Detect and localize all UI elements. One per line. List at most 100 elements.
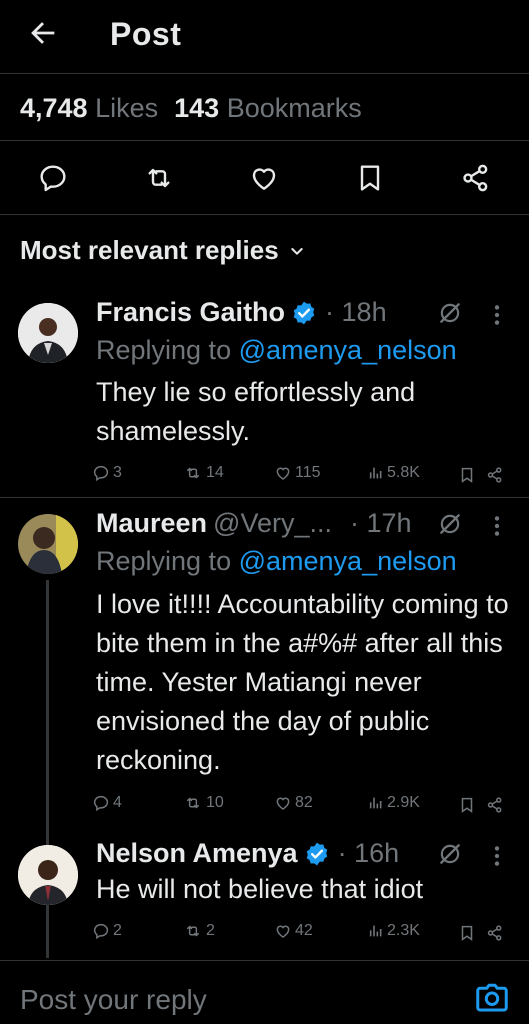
reply-text: I love it!!!! Accountability coming to b… — [96, 589, 509, 775]
chevron-down-icon — [290, 247, 303, 255]
mention-link[interactable]: @amenya_nelson — [239, 546, 457, 576]
replying-to: Replying to @amenya_nelson — [96, 335, 457, 366]
bookmark-icon[interactable] — [354, 162, 386, 194]
reply-metrics: 4 10 82 2.9K — [92, 794, 512, 818]
post-time: · 17h — [350, 508, 412, 538]
bookmarks-label[interactable]: Bookmarks — [227, 93, 362, 123]
view-count[interactable]: 2.9K — [368, 794, 420, 812]
verified-badge-icon — [293, 301, 315, 324]
repost-icon — [187, 467, 199, 479]
avatar[interactable] — [18, 514, 78, 574]
views-icon — [369, 797, 382, 809]
author-name[interactable]: Francis Gaitho — [96, 297, 285, 328]
bookmark-icon[interactable] — [458, 796, 476, 814]
reply-count-value: 3 — [113, 464, 122, 481]
divider — [0, 140, 529, 141]
post-time: · 18h — [325, 297, 387, 327]
avatar[interactable] — [18, 303, 78, 363]
like-icon — [276, 925, 290, 938]
view-count[interactable]: 2.3K — [368, 922, 420, 940]
reply-metrics: 3 14 115 5.8K — [92, 464, 512, 488]
post-action-bar — [0, 150, 529, 208]
reply-sort-label: Most relevant replies — [20, 235, 279, 265]
verified-badge-icon — [306, 842, 327, 865]
repost-count[interactable]: 14 — [183, 464, 224, 482]
share-icon[interactable] — [486, 466, 504, 484]
repost-icon — [187, 925, 199, 937]
reply-count[interactable]: 2 — [92, 922, 122, 940]
repost-count[interactable]: 10 — [183, 794, 224, 812]
repost-icon — [187, 797, 199, 809]
more-options-icon[interactable] — [490, 513, 504, 539]
reply-icon[interactable] — [37, 162, 69, 194]
reply-header: Nelson Amenya · 16h — [96, 838, 399, 869]
camera-icon[interactable] — [474, 980, 510, 1016]
repost-count-value: 2 — [206, 922, 215, 939]
repost-count-value: 10 — [206, 794, 224, 811]
view-count-value: 2.3K — [387, 922, 420, 939]
reply-count[interactable]: 3 — [92, 464, 122, 482]
reply-header: Maureen @Very_... · 17h — [96, 508, 412, 539]
view-count[interactable]: 5.8K — [368, 464, 420, 482]
avatar[interactable] — [18, 845, 78, 905]
reply-icon — [93, 923, 109, 940]
reply-count-value: 4 — [113, 794, 122, 811]
like-icon — [276, 467, 290, 480]
like-count-value: 82 — [295, 794, 313, 811]
more-options-icon[interactable] — [490, 302, 504, 328]
replying-prefix: Replying to — [96, 335, 232, 365]
bookmark-icon[interactable] — [458, 924, 476, 942]
top-bar: Post — [0, 0, 529, 72]
repost-icon[interactable] — [143, 162, 175, 194]
view-count-value: 5.8K — [387, 464, 420, 481]
divider — [0, 73, 529, 74]
like-count[interactable]: 82 — [274, 794, 313, 812]
share-icon[interactable] — [486, 924, 504, 942]
like-count-value: 115 — [295, 464, 321, 481]
likes-count[interactable]: 4,748 — [20, 93, 88, 123]
bookmarks-count[interactable]: 143 — [174, 93, 219, 123]
author-name[interactable]: Maureen — [96, 508, 207, 539]
divider — [0, 214, 529, 215]
grok-icon[interactable] — [437, 300, 463, 326]
mention-link[interactable]: @amenya_nelson — [239, 335, 457, 365]
author-name[interactable]: Nelson Amenya — [96, 838, 298, 869]
reply-header: Francis Gaitho · 18h — [96, 297, 387, 328]
reply-count-value: 2 — [113, 922, 122, 939]
bookmark-icon[interactable] — [458, 466, 476, 484]
replying-prefix: Replying to — [96, 546, 232, 576]
reply-icon — [93, 465, 109, 482]
view-count-value: 2.9K — [387, 794, 420, 811]
likes-label[interactable]: Likes — [95, 93, 158, 123]
profile-photo-icon — [18, 514, 78, 574]
reply-metrics: 2 2 42 2.3K — [92, 922, 512, 946]
reply-sort-dropdown[interactable]: Most relevant replies — [20, 235, 305, 266]
like-icon — [276, 797, 290, 810]
share-icon[interactable] — [486, 796, 504, 814]
like-count[interactable]: 42 — [274, 922, 313, 940]
repost-count-value: 14 — [206, 464, 224, 481]
more-options-icon[interactable] — [490, 843, 504, 869]
grok-icon[interactable] — [437, 511, 463, 537]
page-title: Post — [110, 16, 182, 52]
reply-count[interactable]: 4 — [92, 794, 122, 812]
like-icon[interactable] — [248, 162, 280, 194]
share-icon[interactable] — [460, 162, 492, 194]
post-time: · 16h — [337, 838, 400, 868]
like-count[interactable]: 115 — [274, 464, 321, 482]
repost-count[interactable]: 2 — [183, 922, 215, 940]
back-arrow-icon[interactable] — [26, 16, 60, 50]
reply-input[interactable]: Post your reply — [20, 984, 207, 1016]
post-stats: 4,748 Likes 143 Bookmarks — [20, 93, 362, 124]
reply-composer: Post your reply — [0, 960, 529, 1024]
grok-icon[interactable] — [437, 841, 463, 867]
views-icon — [369, 925, 382, 937]
author-handle[interactable]: @Very_... — [213, 508, 332, 539]
views-icon — [369, 467, 382, 479]
reply-icon — [93, 795, 109, 812]
like-count-value: 42 — [295, 922, 313, 939]
replying-to: Replying to @amenya_nelson — [96, 546, 457, 577]
reply-text: He will not believe that idiot — [96, 874, 424, 904]
reply-text: They lie so effortlessly and shamelessly… — [96, 377, 416, 446]
profile-photo-icon — [18, 845, 78, 905]
